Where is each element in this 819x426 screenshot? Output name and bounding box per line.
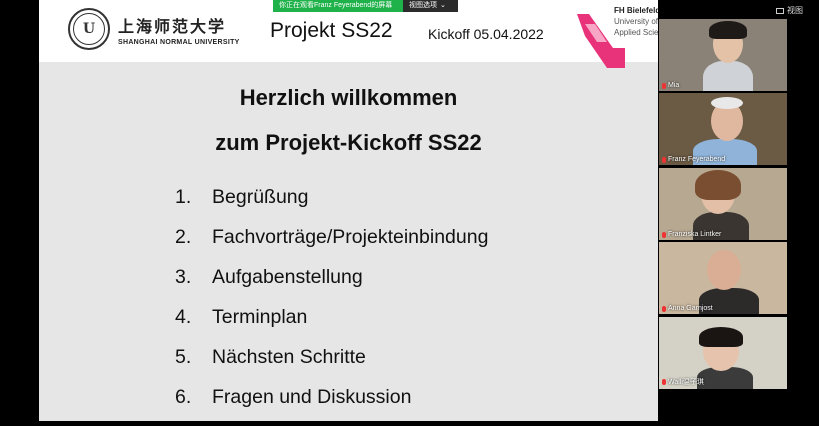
fh-subtitle-1: University of: [614, 17, 658, 26]
muted-mic-icon: [662, 231, 666, 238]
participant-tile[interactable]: Franz Feyerabend: [659, 93, 787, 165]
welcome-heading-line1: Herzlich willkommen: [239, 85, 458, 110]
agenda-number: 6.: [175, 386, 192, 408]
participant-name: Walli温子琪: [668, 379, 704, 386]
fh-subtitle-2: Applied Sciences: [614, 28, 658, 37]
screen-share-banner: 你正在观看Franz Feyerabend的屏幕 视图选项 ⌄: [273, 0, 458, 12]
agenda-text: Fachvorträge/Projekteinbindung: [212, 226, 489, 248]
agenda-item: 5. Nächsten Schritte: [175, 346, 488, 386]
agenda-item: 4. Terminplan: [175, 306, 488, 346]
participant-name: Anna Garnjost: [668, 305, 713, 312]
muted-mic-icon: [662, 379, 666, 385]
participant-tile[interactable]: Anna Garnjost: [659, 242, 787, 314]
agenda-item: 2. Fachvorträge/Projekteinbindung: [175, 226, 488, 266]
participant-name: Franz Feyerabend: [668, 156, 726, 163]
muted-mic-icon: [662, 82, 666, 89]
agenda-number: 4.: [175, 306, 192, 328]
university-seal-icon: U: [68, 8, 110, 50]
participant-tile[interactable]: Mia: [659, 19, 787, 91]
view-button[interactable]: 视图: [776, 5, 803, 16]
view-options-label: 视图选项: [409, 2, 437, 9]
agenda-text: Aufgabenstellung: [212, 266, 363, 288]
agenda-text: Begrüßung: [212, 186, 309, 208]
participant-name: Franziska Lintker: [668, 231, 722, 238]
agenda-number: 1.: [175, 186, 192, 208]
agenda-item: 6. Fragen und Diskussion: [175, 386, 488, 426]
university-name-cn: 上海师范大学: [118, 16, 227, 36]
chevron-down-icon: ⌄: [440, 2, 446, 9]
agenda-number: 5.: [175, 346, 192, 368]
shared-slide: U 上海师范大学 SHANGHAI NORMAL UNIVERSITY Proj…: [39, 0, 658, 421]
agenda-number: 3.: [175, 266, 192, 288]
muted-mic-icon: [662, 305, 666, 312]
view-button-label: 视图: [787, 6, 803, 15]
muted-mic-icon: [662, 156, 666, 163]
participant-tile[interactable]: Walli温子琪: [659, 317, 787, 389]
shanghai-normal-university-logo: U 上海师范大学 SHANGHAI NORMAL UNIVERSITY: [68, 8, 240, 50]
agenda-item: 1. Begrüßung: [175, 186, 488, 226]
agenda-number: 2.: [175, 226, 192, 248]
agenda-item: 3. Aufgabenstellung: [175, 266, 488, 306]
fh-bielefeld-logo-text: FH Bielefeld University of Applied Scien…: [614, 5, 658, 38]
grid-view-icon: [776, 7, 784, 14]
agenda-list: 1. Begrüßung 2. Fachvorträge/Projekteinbin…: [175, 186, 488, 426]
participant-name: Mia: [668, 82, 680, 89]
agenda-text: Fragen und Diskussion: [212, 386, 412, 408]
kickoff-date: Kickoff 05.04.2022: [428, 26, 544, 42]
fh-name: FH Bielefeld: [614, 6, 658, 15]
participant-tile[interactable]: Franziska Lintker: [659, 168, 787, 240]
sharing-status-text: 你正在观看Franz Feyerabend的屏幕: [273, 0, 403, 12]
project-title: Projekt SS22: [270, 19, 393, 42]
agenda-text: Terminplan: [212, 306, 308, 328]
welcome-heading-line2: zum Projekt-Kickoff SS22: [215, 130, 482, 155]
agenda-text: Nächsten Schritte: [212, 346, 366, 368]
university-name-en: SHANGHAI NORMAL UNIVERSITY: [118, 38, 240, 46]
view-options-button[interactable]: 视图选项 ⌄: [403, 0, 458, 12]
